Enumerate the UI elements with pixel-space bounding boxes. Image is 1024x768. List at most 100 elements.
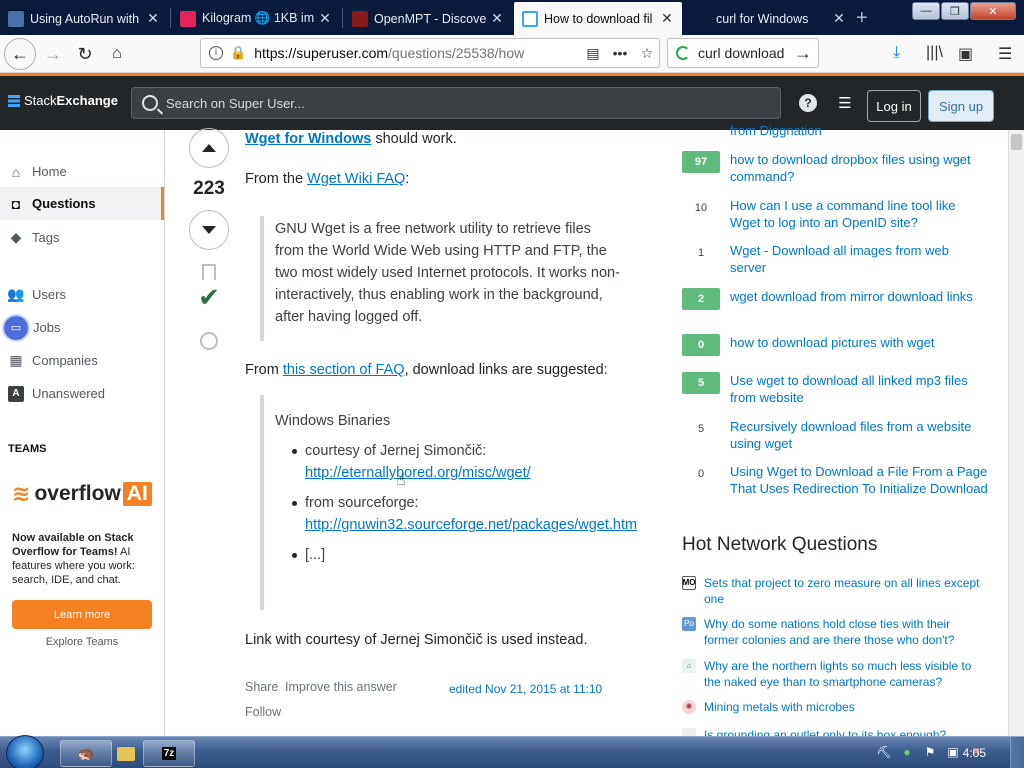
related-question[interactable]: 5 Recursively download files from a webs… (682, 418, 992, 452)
nav-tags[interactable]: ◆ Tags (0, 221, 164, 254)
related-question-title[interactable]: Recursively download files from a websit… (730, 418, 988, 452)
related-question[interactable]: 0 Using Wget to Download a File From a P… (682, 463, 992, 497)
info-icon[interactable]: i (209, 46, 223, 60)
hnq-item[interactable]: Po Why do some nations hold close ties w… (682, 616, 992, 648)
bookmark-star-icon[interactable]: ☆ (635, 45, 659, 62)
reload-button[interactable]: ↻ (70, 39, 100, 69)
close-tab-icon[interactable]: ✕ (490, 10, 504, 27)
gnuwin32-link[interactable]: http://gnuwin32.sourceforge.net/packages… (305, 517, 637, 533)
related-question[interactable]: 0 how to download pictures with wget (682, 334, 992, 356)
action-center-flag-icon[interactable]: ⚑ (922, 745, 938, 761)
hnq-item[interactable]: ✺ Mining metals with microbes (682, 699, 992, 715)
hnq-title[interactable]: Mining metals with microbes (704, 699, 984, 715)
hnq-item[interactable]: MO Sets that project to zero measure on … (682, 575, 992, 607)
related-question-title[interactable]: how to download dropbox files using wget… (730, 151, 988, 185)
url-bar[interactable]: i 🔒 https://superuser.com/questions/2553… (200, 38, 660, 68)
library-icon[interactable]: |||\ (926, 44, 943, 62)
nav-companies[interactable]: ▦ Companies (0, 344, 164, 377)
share-link[interactable]: Share (245, 676, 278, 698)
close-tab-icon[interactable]: ✕ (660, 10, 674, 27)
minimize-button[interactable]: — (912, 2, 940, 20)
signup-button[interactable]: Sign up (928, 90, 994, 122)
menu-icon[interactable]: ☰ (998, 44, 1012, 64)
forward-button[interactable]: → (38, 39, 68, 69)
sidebar-toggle-icon[interactable]: ▣ (958, 44, 973, 64)
taskbar-app-folder[interactable] (115, 740, 137, 767)
search-bar[interactable]: curl download → (667, 38, 819, 68)
tab-autorun[interactable]: Using AutoRun with a U ✕ (0, 2, 168, 35)
related-question[interactable]: 1 Wget - Download all images from web se… (682, 242, 992, 276)
page-actions-icon[interactable]: ••• (605, 45, 635, 61)
tab-curl[interactable]: curl for Windows ✕ (686, 2, 854, 35)
hnq-title[interactable]: Why are the northern lights so much less… (704, 658, 984, 690)
taskbar-app-explorer[interactable]: 🦔 (60, 740, 112, 767)
related-question-title[interactable]: how to download pictures with wget (730, 334, 988, 356)
hnq-title[interactable]: Why do some nations hold close ties with… (704, 616, 984, 648)
related-question[interactable]: 97 how to download dropbox files using w… (682, 151, 992, 185)
related-question[interactable]: 10 How can I use a command line tool lik… (682, 197, 992, 231)
stackexchange-logo[interactable]: Stack Exchange (8, 93, 118, 108)
wget-for-windows-link[interactable]: Wget for Windows (245, 131, 371, 147)
faq-section-link[interactable]: this section of FAQ (283, 362, 405, 378)
close-tab-icon[interactable]: ✕ (832, 10, 846, 27)
hnq-item[interactable]: Is grounding an outlet only to its box e… (682, 727, 992, 736)
wget-wiki-faq-link[interactable]: Wget Wiki FAQ (307, 171, 405, 187)
related-question-title[interactable]: Using Wget to Download a File From a Pag… (730, 463, 988, 497)
close-tab-icon[interactable]: ✕ (146, 10, 160, 27)
help-icon[interactable]: ? (799, 94, 817, 112)
maximize-button[interactable]: ❐ (941, 2, 969, 20)
hnq-title[interactable]: Sets that project to zero measure on all… (704, 575, 984, 607)
related-question-title[interactable]: How can I use a command line tool like W… (730, 197, 988, 231)
url-text[interactable]: https://superuser.com/questions/25538/ho… (254, 45, 581, 61)
shield-icon[interactable]: ● (899, 745, 915, 761)
search-bar-text[interactable]: curl download (698, 45, 794, 61)
nav-questions[interactable]: ◘ Questions (0, 187, 164, 220)
lock-icon[interactable]: 🔒 (230, 45, 246, 61)
network-icon[interactable]: ⛏ (876, 745, 892, 761)
learn-more-button[interactable]: Learn more (12, 600, 152, 629)
close-tab-icon[interactable]: ✕ (318, 10, 332, 27)
download-icon[interactable]: ⤓ (893, 44, 900, 62)
inbox-icon[interactable]: ☰ (836, 94, 854, 112)
monitor-icon[interactable]: ▣ (945, 745, 961, 761)
related-question-title[interactable]: wget download from mirror download links (730, 288, 988, 310)
home-button[interactable]: ⌂ (102, 39, 132, 69)
upvote-button[interactable] (189, 128, 229, 168)
downvote-button[interactable] (189, 210, 229, 250)
related-question-title[interactable]: Use wget to download all linked mp3 file… (730, 372, 988, 406)
eternallybored-link[interactable]: http://eternallybored.org/misc/wget/ (305, 465, 531, 481)
nav-home[interactable]: ⌂ Home (0, 155, 164, 188)
start-button[interactable] (6, 735, 44, 768)
login-button[interactable]: Log in (867, 90, 921, 122)
page-scrollbar[interactable] (1008, 130, 1024, 736)
search-go-icon[interactable]: → (794, 43, 818, 64)
explore-teams-link[interactable]: Explore Teams (0, 636, 164, 648)
tab-kilogram[interactable]: Kilogram 🌐 1KB ima ✕ (172, 2, 340, 35)
nav-users[interactable]: 👥 Users (0, 278, 164, 311)
scrollbar-thumb[interactable] (1011, 134, 1022, 150)
related-question[interactable]: 5 Use wget to download all linked mp3 fi… (682, 372, 992, 406)
site-search-input[interactable]: Search on Super User... (131, 87, 781, 119)
hnq-item[interactable]: ⌂ Why are the northern lights so much le… (682, 658, 992, 690)
show-desktop-button[interactable] (1010, 737, 1024, 768)
follow-link[interactable]: Follow (245, 701, 281, 723)
related-question[interactable]: 2 wget download from mirror download lin… (682, 288, 992, 310)
related-question-title[interactable]: Wget - Download all images from web serv… (730, 242, 988, 276)
tab-openmpt[interactable]: OpenMPT - Discover ✕ (344, 2, 512, 35)
bookmark-icon[interactable] (202, 264, 216, 280)
related-partial-item[interactable]: from Diggnation (730, 122, 822, 139)
new-tab-button[interactable]: + (856, 2, 880, 35)
nav-unanswered[interactable]: A Unanswered (0, 377, 164, 410)
reader-view-icon[interactable]: ▤ (581, 45, 605, 62)
blockquote-wget-description: GNU Wget is a free network utility to re… (260, 216, 620, 341)
nav-jobs[interactable]: ▭ Jobs (0, 311, 164, 344)
hnq-title[interactable]: Is grounding an outlet only to its box e… (704, 727, 984, 736)
back-button[interactable]: ← (4, 38, 36, 70)
improve-answer-link[interactable]: Improve this answer (285, 676, 397, 698)
close-window-button[interactable]: ✕ (970, 2, 1016, 20)
edited-timestamp-link[interactable]: edited Nov 21, 2015 at 11:10 (449, 678, 602, 700)
tab-superuser-active[interactable]: How to download fil ✕ (514, 2, 682, 35)
taskbar-app-7zip[interactable]: 7z (143, 740, 195, 767)
taskbar-clock[interactable]: 4:05 (963, 746, 986, 760)
history-icon[interactable] (200, 332, 218, 350)
